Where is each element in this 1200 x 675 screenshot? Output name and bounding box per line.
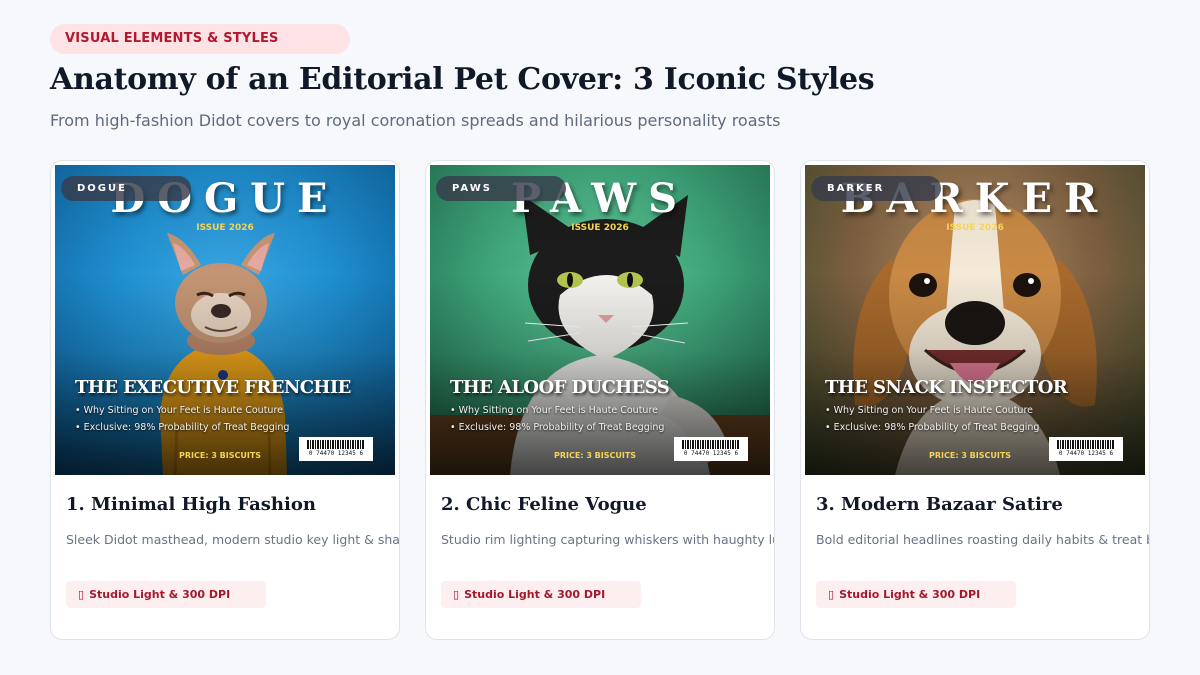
- cover-headline: THE EXECUTIVE FRENCHIE: [75, 377, 351, 398]
- cover-issue: ISSUE 2026: [946, 223, 1004, 233]
- barcode-number: 0 74470 12345 6: [683, 450, 739, 457]
- card-description: Studio rim lighting capturing whiskers w…: [441, 532, 775, 547]
- style-card-minimal-high-fashion[interactable]: DOGUE DOGUE ISSUE 2026 THE EXECUTIVE FRE…: [50, 160, 400, 640]
- barcode-number: 0 74470 12345 6: [1058, 450, 1114, 457]
- cover-bullet: • Why Sitting on Your Feet is Haute Cout…: [450, 405, 658, 416]
- style-card-chic-feline-vogue[interactable]: PAWS PAWS ISSUE 2026 THE ALOOF DUCHESS •…: [425, 160, 775, 640]
- cover-brand-tag: PAWS: [436, 176, 566, 201]
- style-card-modern-bazaar-satire[interactable]: BARKER BARKER ISSUE 2026 THE SNACK INSPE…: [800, 160, 1150, 640]
- page-title: Anatomy of an Editorial Pet Cover: 3 Ico…: [50, 62, 875, 97]
- card-title: 1. Minimal High Fashion: [66, 494, 316, 515]
- cover-bullet: • Exclusive: 98% Probability of Treat Be…: [75, 422, 290, 433]
- magazine-cover: DOGUE DOGUE ISSUE 2026 THE EXECUTIVE FRE…: [55, 165, 395, 475]
- magazine-cover: PAWS PAWS ISSUE 2026 THE ALOOF DUCHESS •…: [430, 165, 770, 475]
- magazine-cover: BARKER BARKER ISSUE 2026 THE SNACK INSPE…: [805, 165, 1145, 475]
- cover-bullet: • Exclusive: 98% Probability of Treat Be…: [825, 422, 1040, 433]
- cover-brand-tag: BARKER: [811, 176, 941, 201]
- cover-brand-tag: DOGUE: [61, 176, 191, 201]
- cover-bullet: • Why Sitting on Your Feet is Haute Cout…: [75, 405, 283, 416]
- cover-bullet: • Exclusive: 98% Probability of Treat Be…: [450, 422, 665, 433]
- cover-price: PRICE: 3 BISCUITS: [929, 451, 1012, 460]
- lightbulb-icon: ▯: [78, 588, 85, 601]
- cover-headline: THE SNACK INSPECTOR: [825, 377, 1068, 398]
- lightbulb-icon: ▯: [453, 588, 460, 601]
- spec-chip: ▯ Studio Light & 300 DPI: [441, 581, 641, 608]
- cover-price: PRICE: 3 BISCUITS: [554, 451, 637, 460]
- card-title: 3. Modern Bazaar Satire: [816, 494, 1063, 515]
- cover-price: PRICE: 3 BISCUITS: [179, 451, 262, 460]
- spec-chip-label: Studio Light & 300 DPI: [464, 588, 606, 601]
- card-description: Bold editorial headlines roasting daily …: [816, 532, 1149, 547]
- spec-chip: ▯ Studio Light & 300 DPI: [816, 581, 1016, 608]
- spec-chip: ▯ Studio Light & 300 DPI: [66, 581, 266, 608]
- section-badge: VISUAL ELEMENTS & STYLES: [50, 24, 350, 54]
- cover-issue: ISSUE 2026: [196, 223, 254, 233]
- barcode-number: 0 74470 12345 6: [308, 450, 364, 457]
- cover-headline: THE ALOOF DUCHESS: [450, 377, 670, 398]
- spec-chip-label: Studio Light & 300 DPI: [839, 588, 981, 601]
- barcode-icon: 0 74470 12345 6: [299, 437, 373, 461]
- cover-bullet: • Why Sitting on Your Feet is Haute Cout…: [825, 405, 1033, 416]
- cover-issue: ISSUE 2026: [571, 223, 629, 233]
- barcode-icon: 0 74470 12345 6: [1049, 437, 1123, 461]
- page-subtitle: From high-fashion Didot covers to royal …: [50, 111, 781, 130]
- spec-chip-label: Studio Light & 300 DPI: [89, 588, 231, 601]
- card-description: Sleek Didot masthead, modern studio key …: [66, 532, 400, 547]
- barcode-icon: 0 74470 12345 6: [674, 437, 748, 461]
- lightbulb-icon: ▯: [828, 588, 835, 601]
- card-title: 2. Chic Feline Vogue: [441, 494, 647, 515]
